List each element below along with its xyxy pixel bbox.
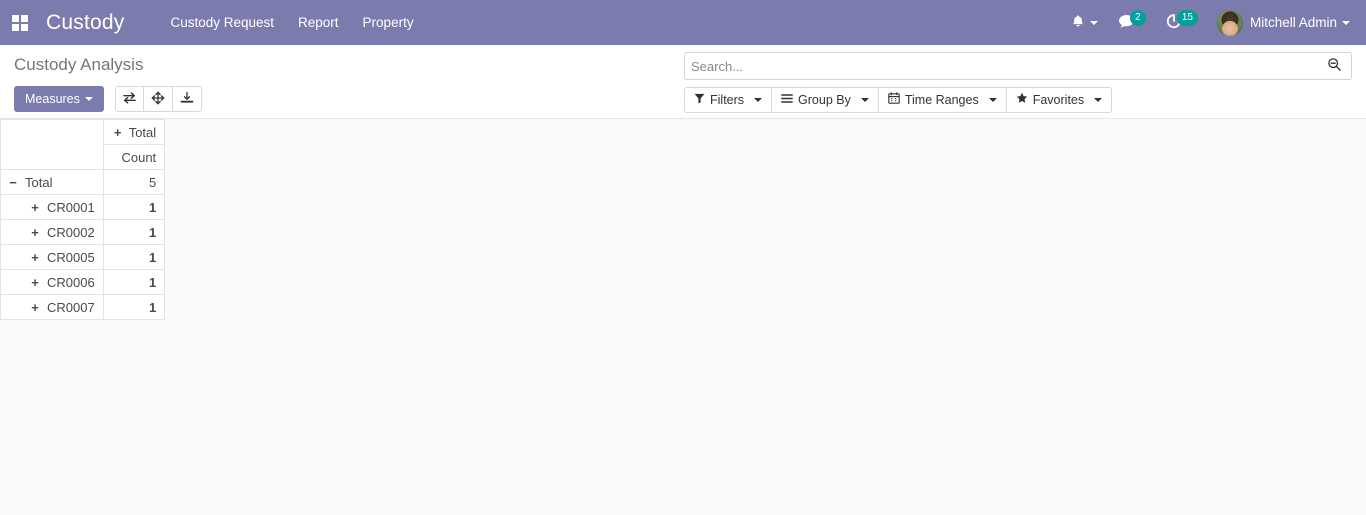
filters-button-label: Filters	[710, 92, 745, 107]
group-by-button[interactable]: Group By	[772, 87, 879, 113]
expand-toggle-icon: +	[31, 249, 39, 265]
apps-menu-button[interactable]	[0, 0, 40, 45]
search-input[interactable]	[685, 53, 1323, 79]
table-row: + CR0006 1	[0, 269, 166, 295]
pivot-cell-value[interactable]: 1	[102, 269, 166, 295]
pivot-row-label: Total	[25, 174, 53, 190]
expand-toggle-icon: +	[31, 199, 39, 215]
measures-button-label: Measures	[25, 91, 80, 106]
control-panel-left: Custody Analysis Measures	[14, 45, 202, 112]
chevron-down-icon	[754, 97, 763, 102]
table-row: − Total 5	[0, 169, 166, 195]
top-navbar: Custody Custody Request Report Property …	[0, 0, 1366, 45]
user-name-label: Mitchell Admin	[1249, 15, 1337, 30]
flip-axis-icon	[122, 91, 137, 107]
measures-button[interactable]: Measures	[14, 86, 104, 112]
calendar-icon	[888, 92, 900, 107]
pivot-view: + Total Count − Total 5 + CR0001 1 + CR0…	[0, 119, 1366, 320]
user-menu-button[interactable]: Mitchell Admin	[1209, 6, 1356, 40]
pivot-row-header-cr0005[interactable]: + CR0005	[0, 244, 104, 270]
pivot-row-label: CR0002	[47, 224, 95, 240]
pivot-row-header-cr0001[interactable]: + CR0001	[0, 194, 104, 220]
pivot-table-head: + Total Count	[0, 119, 166, 170]
brand-title[interactable]: Custody	[40, 11, 130, 35]
timer-badge: 15	[1176, 10, 1198, 26]
pivot-table: + Total Count − Total 5 + CR0001 1 + CR0…	[0, 119, 166, 320]
pivot-row-header-total[interactable]: − Total	[0, 169, 104, 195]
expand-all-icon	[151, 91, 165, 108]
pivot-cell-value[interactable]: 1	[102, 294, 166, 320]
menu-item-property[interactable]: Property	[351, 2, 426, 43]
activity-menu-button[interactable]	[1062, 6, 1107, 40]
pivot-cell-value[interactable]: 1	[102, 194, 166, 220]
search-button[interactable]	[1323, 54, 1345, 78]
table-row: + CR0001 1	[0, 194, 166, 220]
pivot-row-label: CR0001	[47, 199, 95, 215]
navbar-right-tools: 2 15 Mitchell Admin	[1062, 5, 1366, 40]
avatar	[1216, 9, 1243, 36]
control-panel: Custody Analysis Measures Search... Filt…	[0, 45, 1366, 119]
pivot-table-body: −Total 5 + CR0001 1 + CR0002 1 + CR0005	[0, 169, 166, 320]
time-ranges-button-label: Time Ranges	[904, 92, 979, 107]
chevron-down-icon	[84, 96, 93, 101]
pivot-header-row: + Total	[0, 119, 166, 170]
filters-button[interactable]: Filters	[684, 87, 773, 113]
menu-item-custody-request[interactable]: Custody Request	[158, 2, 286, 43]
search-filter-buttons: Filters Group By Time Ranges Favorites	[684, 87, 1352, 113]
chevron-down-icon	[1094, 97, 1103, 102]
chevron-down-icon	[988, 97, 997, 102]
menu-item-report[interactable]: Report	[286, 2, 351, 43]
pivot-row-header-cr0002[interactable]: + CR0002	[0, 219, 104, 245]
bell-icon	[1071, 14, 1085, 32]
download-xlsx-icon	[180, 91, 194, 108]
expand-toggle-icon: +	[31, 224, 39, 240]
table-row: + CR0007 1	[0, 294, 166, 320]
table-row: + CR0002 1	[0, 219, 166, 245]
main-menu: Custody Request Report Property	[158, 2, 425, 43]
table-row: + CR0005 1	[0, 244, 166, 270]
control-panel-right: Filters Group By	[684, 45, 1352, 113]
time-ranges-button[interactable]: Time Ranges	[878, 87, 1007, 113]
pivot-cell-value[interactable]: 1	[102, 219, 166, 245]
apps-grid-icon	[12, 14, 28, 31]
pivot-cell-value[interactable]: 5	[102, 169, 166, 195]
expand-toggle-icon: +	[31, 299, 39, 315]
collapse-toggle-icon: −	[9, 174, 17, 190]
search-bar[interactable]	[684, 52, 1352, 80]
flip-axis-button[interactable]	[114, 86, 144, 112]
pivot-row-label: CR0005	[47, 249, 95, 265]
messages-badge: 2	[1129, 10, 1146, 26]
favorites-button[interactable]: Favorites	[1006, 87, 1113, 113]
download-xlsx-button[interactable]	[172, 86, 202, 112]
pivot-row-header-cr0007[interactable]: + CR0007	[0, 294, 104, 320]
group-by-button-label: Group By	[798, 92, 851, 107]
chevron-down-icon	[1342, 20, 1350, 25]
pivot-icon-buttons	[114, 86, 202, 112]
pivot-row-header-cr0006[interactable]: + CR0006	[0, 269, 104, 295]
favorites-button-label: Favorites	[1032, 92, 1085, 107]
funnel-icon	[694, 93, 705, 107]
expand-toggle-icon: +	[113, 124, 122, 140]
timer-menu-button[interactable]: 15	[1157, 5, 1207, 40]
messages-menu-button[interactable]: 2	[1109, 6, 1155, 40]
pivot-corner-cell[interactable]	[0, 119, 104, 170]
chevron-down-icon	[1089, 20, 1098, 25]
expand-toggle-icon: +	[31, 274, 39, 290]
chevron-down-icon	[860, 97, 869, 102]
star-icon	[1016, 92, 1028, 107]
pivot-row-label: CR0007	[47, 299, 95, 315]
pivot-toolbar: Measures	[14, 86, 202, 112]
search-icon	[1327, 57, 1342, 75]
pivot-row-label: CR0006	[47, 274, 95, 290]
pivot-cell-value[interactable]: 1	[102, 244, 166, 270]
page-title: Custody Analysis	[14, 55, 144, 74]
expand-all-button[interactable]	[143, 86, 173, 112]
pivot-column-header-total[interactable]: + Total	[102, 119, 166, 145]
pivot-measure-count[interactable]: Count	[102, 144, 166, 170]
bars-icon	[781, 93, 793, 107]
pivot-column-header-label: Total	[128, 124, 157, 140]
